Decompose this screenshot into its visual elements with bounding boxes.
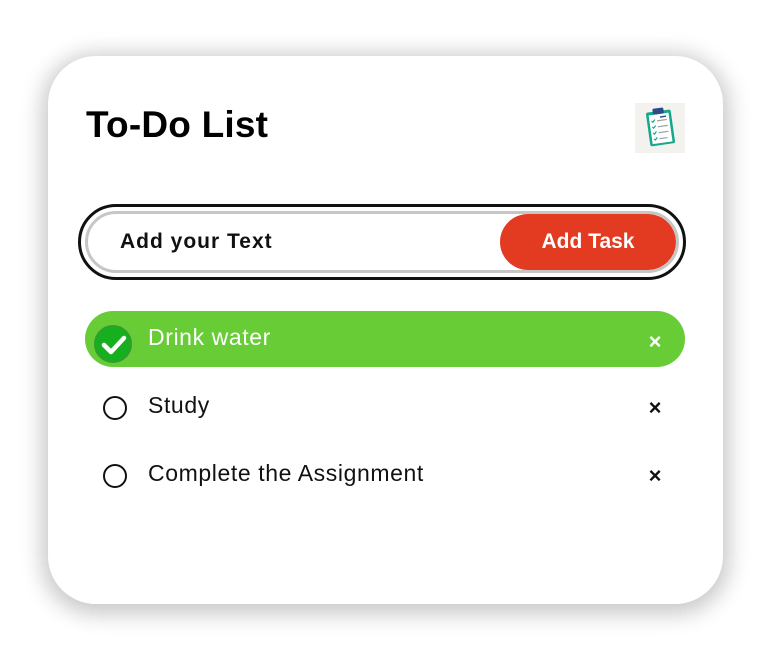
close-icon[interactable]: × <box>643 464 667 488</box>
checkbox-icon[interactable] <box>94 325 132 363</box>
task-item[interactable]: Complete the Assignment × <box>85 447 685 503</box>
checkbox-icon[interactable] <box>103 396 127 420</box>
checkbox-icon[interactable] <box>103 464 127 488</box>
task-label: Complete the Assignment <box>148 460 424 486</box>
task-input-container: Add Task <box>85 211 679 273</box>
task-input-row: Add Task <box>78 204 686 280</box>
task-label: Study <box>148 392 210 418</box>
add-task-button[interactable]: Add Task <box>500 214 676 270</box>
todo-card: To-Do List Add Task <box>48 56 723 604</box>
task-label: Drink water <box>148 324 271 350</box>
task-input[interactable] <box>120 214 500 270</box>
page-title: To-Do List <box>86 104 269 145</box>
close-icon[interactable]: × <box>643 396 667 420</box>
task-list: Drink water × Study × Complete the Assig… <box>85 311 685 515</box>
task-item[interactable]: Study × <box>85 379 685 435</box>
clipboard-checklist-icon <box>635 103 685 153</box>
close-icon[interactable]: × <box>643 330 667 354</box>
task-item[interactable]: Drink water × <box>85 311 685 367</box>
